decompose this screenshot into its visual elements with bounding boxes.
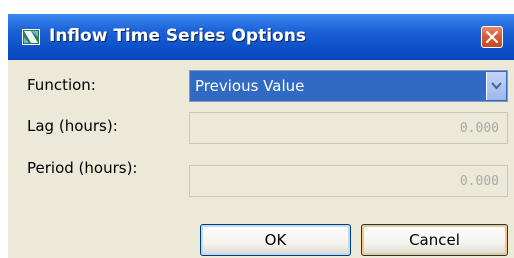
chevron-down-icon [491, 82, 502, 90]
ok-button[interactable]: OK [200, 224, 351, 256]
lag-input[interactable]: 0.000 [189, 112, 508, 144]
function-select[interactable]: Previous Value [189, 70, 508, 102]
lag-label: Lag (hours): [27, 117, 118, 135]
close-icon [485, 30, 499, 44]
app-icon [22, 29, 40, 45]
function-label: Function: [27, 76, 96, 94]
period-input[interactable]: 0.000 [189, 165, 508, 197]
close-button[interactable] [481, 26, 503, 48]
title-bar[interactable]: Inflow Time Series Options [8, 14, 514, 60]
lag-value: 0.000 [459, 121, 499, 136]
function-select-value: Previous Value [195, 77, 305, 95]
function-dropdown-button[interactable] [486, 72, 506, 100]
period-label: Period (hours): [27, 159, 138, 177]
dialog-title: Inflow Time Series Options [49, 26, 306, 46]
period-value: 0.000 [459, 174, 499, 189]
inflow-options-dialog: Inflow Time Series Options Function: Pre… [8, 14, 514, 258]
cancel-button[interactable]: Cancel [361, 224, 508, 256]
